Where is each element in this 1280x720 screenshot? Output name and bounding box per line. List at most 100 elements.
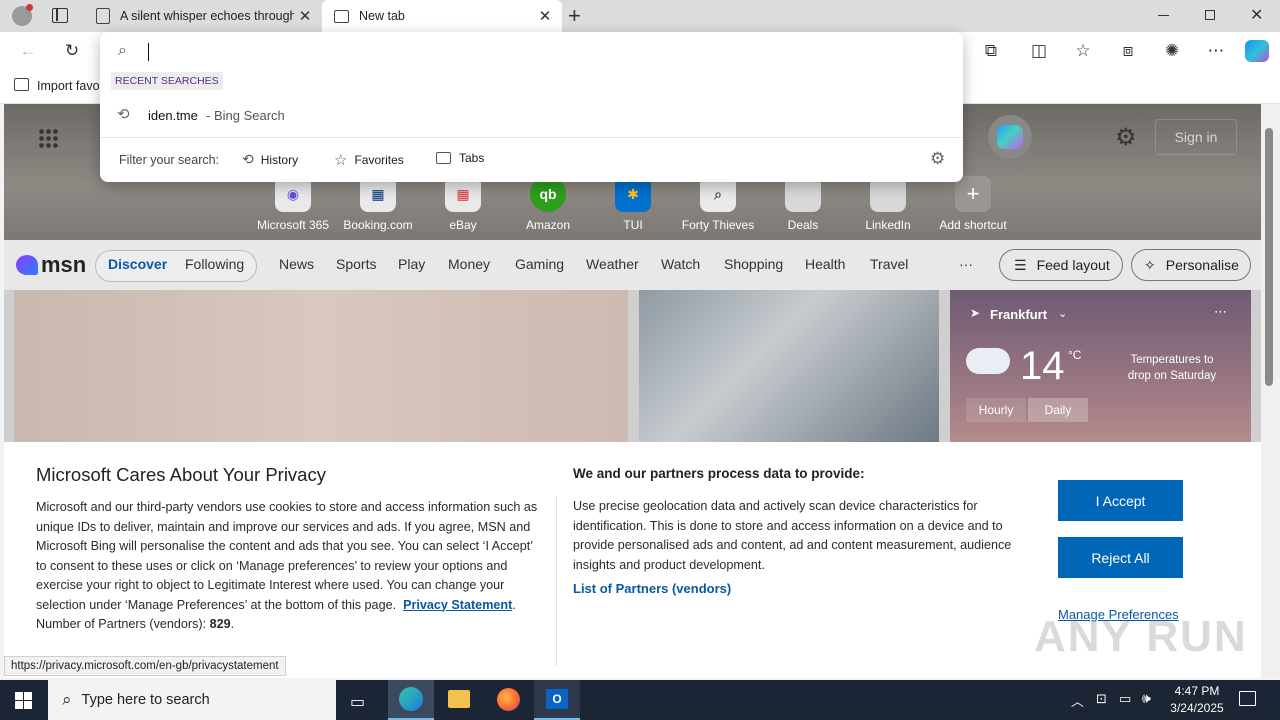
chevron-down-icon: ⌄: [1058, 308, 1068, 320]
tab-new-tab[interactable]: New tab ✕: [322, 0, 562, 32]
notification-dot: [26, 4, 33, 11]
clock-date[interactable]: 3/24/2025: [1166, 701, 1228, 715]
news-card-image[interactable]: [639, 290, 939, 450]
shortcut-forty-thieves[interactable]: ⌕ Forty Thieves: [678, 176, 758, 232]
tab-actions-icon[interactable]: [52, 8, 68, 23]
network-icon[interactable]: ▭: [1119, 691, 1131, 707]
refresh-icon[interactable]: ↻: [59, 38, 85, 64]
nav-watch[interactable]: Watch: [661, 256, 700, 272]
weather-note[interactable]: Temperatures to drop on Saturday: [1124, 352, 1220, 384]
tab-following[interactable]: Following: [185, 256, 244, 272]
nav-play[interactable]: Play: [398, 256, 425, 272]
recent-search-item[interactable]: ⟲ iden.tme - Bing Search: [100, 102, 963, 130]
more-menu-icon[interactable]: ⋯: [1203, 38, 1229, 64]
tab-article[interactable]: A silent whisper echoes through ✕: [84, 0, 322, 32]
address-bar-dropdown: ⌕ RECENT SEARCHES ⟲ iden.tme - Bing Sear…: [100, 32, 963, 182]
filter-history[interactable]: ⟲ History: [242, 151, 298, 168]
tray-device-icon[interactable]: ⊡: [1096, 691, 1107, 707]
nav-sports[interactable]: Sports: [336, 256, 376, 272]
shortcut-microsoft-365[interactable]: ◉ Microsoft 365: [253, 176, 333, 232]
reject-all-button[interactable]: Reject All: [1058, 537, 1183, 578]
shortcut-tui[interactable]: ✱ TUI: [593, 176, 673, 232]
search-settings-gear-icon[interactable]: ⚙: [930, 149, 945, 169]
shortcut-booking[interactable]: ▦ Booking.com: [338, 176, 418, 232]
task-view-icon[interactable]: ▭: [350, 692, 365, 712]
close-tab-icon[interactable]: ✕: [534, 7, 556, 25]
tray-chevron-up-icon[interactable]: ︿: [1071, 691, 1084, 710]
nav-gaming[interactable]: Gaming: [515, 256, 564, 272]
nav-shopping[interactable]: Shopping: [724, 256, 783, 272]
performance-icon[interactable]: ✺: [1159, 38, 1185, 64]
outlook-icon[interactable]: O: [534, 680, 580, 720]
feed-layout-label: Feed layout: [1036, 257, 1110, 273]
settings-gear-icon[interactable]: ⚙: [1115, 123, 1137, 152]
feed-layout-button[interactable]: ☰ Feed layout: [999, 249, 1123, 281]
extensions-icon[interactable]: ⧉: [978, 38, 1004, 64]
firefox-icon[interactable]: [497, 688, 520, 711]
tab-strip: A silent whisper echoes through ✕ New ta…: [0, 0, 1280, 32]
notification-center-icon[interactable]: [1239, 691, 1256, 706]
nav-weather[interactable]: Weather: [586, 256, 639, 272]
minimize-icon[interactable]: [1158, 15, 1169, 16]
new-tab-plus-icon[interactable]: +: [568, 3, 581, 29]
shortcut-add[interactable]: + Add shortcut: [933, 176, 1013, 232]
privacy-consent-banner: Microsoft Cares About Your Privacy Micro…: [4, 442, 1261, 678]
shortcut-deals[interactable]: Deals: [763, 176, 843, 232]
clock-time[interactable]: 4:47 PM: [1166, 684, 1228, 698]
import-favorites-link[interactable]: Import favo: [37, 79, 100, 93]
nav-more-icon[interactable]: ···: [959, 256, 973, 272]
copilot-icon[interactable]: [1245, 40, 1269, 62]
close-window-icon[interactable]: ✕: [1250, 5, 1263, 25]
close-tab-icon[interactable]: ✕: [294, 7, 316, 25]
msn-logo[interactable]: msn: [16, 252, 86, 278]
nav-travel[interactable]: Travel: [870, 256, 908, 272]
partners-list-link[interactable]: List of Partners (vendors): [573, 581, 731, 596]
shortcut-label: Booking.com: [343, 218, 413, 232]
weather-tab-daily[interactable]: Daily: [1028, 398, 1088, 422]
sign-in-button[interactable]: Sign in: [1155, 119, 1237, 155]
volume-icon[interactable]: 🕪: [1142, 690, 1151, 707]
weather-more-icon[interactable]: ⋯: [1214, 304, 1227, 320]
back-arrow-icon[interactable]: ←: [15, 38, 41, 64]
shortcut-label: Forty Thieves: [681, 218, 755, 232]
taskbar-search-box[interactable]: ⌕ Type here to search: [48, 680, 336, 720]
news-card-hero-image[interactable]: [14, 290, 628, 450]
collections-icon[interactable]: ⧈: [1115, 38, 1141, 64]
address-input-caret[interactable]: [148, 43, 149, 61]
privacy-statement-link[interactable]: Privacy Statement: [403, 598, 512, 612]
accept-button[interactable]: I Accept: [1058, 480, 1183, 521]
page-scrollbar[interactable]: [1261, 104, 1280, 678]
tab-title: New tab: [359, 9, 405, 23]
partly-cloudy-icon: [966, 336, 1010, 374]
tab-discover[interactable]: Discover: [108, 256, 167, 272]
profile-icon[interactable]: [12, 4, 33, 26]
add-plus-icon: +: [955, 176, 991, 212]
shortcut-ebay[interactable]: ▦ eBay: [423, 176, 503, 232]
copilot-round-icon[interactable]: [988, 115, 1032, 159]
weather-location[interactable]: Frankfurt: [990, 307, 1047, 322]
nav-health[interactable]: Health: [805, 256, 845, 272]
restore-icon[interactable]: [1205, 10, 1215, 20]
shortcut-amazon[interactable]: qb Amazon: [508, 176, 588, 232]
nav-money[interactable]: Money: [448, 256, 490, 272]
weather-card[interactable]: ➤ Frankfurt ⌄ ⋯ 14 °C Temperatures to dr…: [950, 290, 1251, 450]
favorites-star-icon[interactable]: ☆: [1070, 38, 1096, 64]
search-icon: ⌕: [62, 690, 72, 709]
history-clock-icon: ⟲: [117, 106, 130, 123]
filter-favorites[interactable]: ☆ Favorites: [334, 151, 404, 169]
nav-news[interactable]: News: [279, 256, 314, 272]
windows-start-icon[interactable]: [15, 692, 32, 709]
app-launcher-icon[interactable]: [38, 128, 58, 148]
recent-query: iden.tme: [148, 108, 198, 123]
filter-label: Filter your search:: [119, 153, 220, 167]
edge-taskbar-icon[interactable]: [388, 680, 434, 720]
scrollbar-thumb[interactable]: [1265, 128, 1273, 386]
weather-tab-hourly[interactable]: Hourly: [966, 398, 1026, 422]
shortcut-linkedin[interactable]: LinkedIn: [848, 176, 928, 232]
personalise-button[interactable]: ✧ Personalise: [1131, 249, 1251, 281]
file-explorer-icon[interactable]: [448, 690, 470, 708]
split-screen-icon[interactable]: ◫: [1026, 38, 1052, 64]
anyrun-watermark: ANY RUN: [1034, 612, 1248, 661]
shortcut-label: Deals: [787, 218, 819, 232]
filter-tabs[interactable]: Tabs: [436, 151, 484, 165]
